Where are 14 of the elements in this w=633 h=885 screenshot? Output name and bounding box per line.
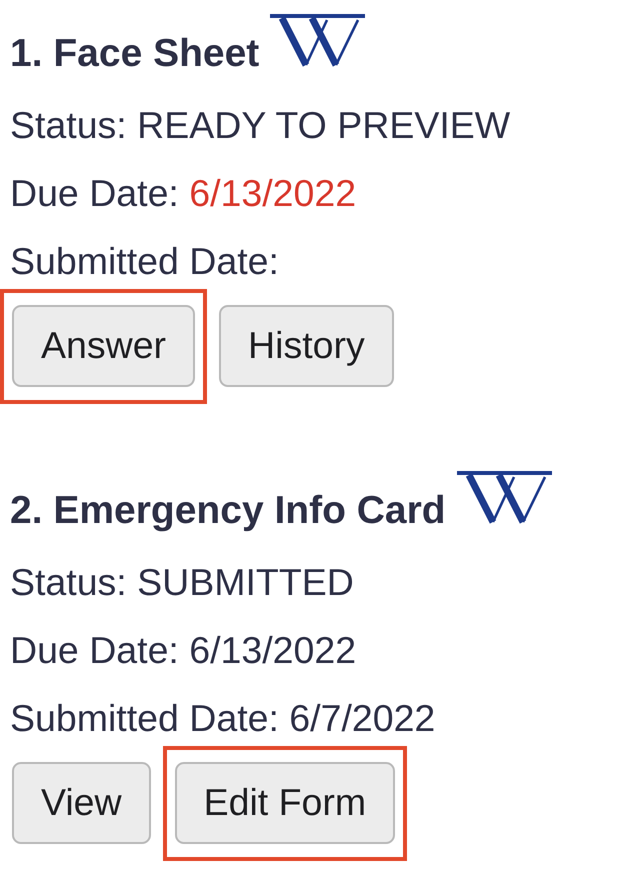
due-date-text: Due Date: 6/13/2022 <box>10 628 358 673</box>
form-title: 2. Emergency Info Card <box>10 491 446 530</box>
action-button[interactable]: History <box>219 305 394 387</box>
submitted-date-text: Submitted Date: <box>10 239 280 284</box>
action-button[interactable]: Answer <box>12 305 196 387</box>
w-logo-icon <box>456 471 552 524</box>
submitted-date-text: Submitted Date: 6/7/2022 <box>10 696 436 741</box>
status-text: Status: READY TO PREVIEW <box>10 103 512 148</box>
status-text: Status: SUBMITTED <box>10 560 355 605</box>
form-title: 1. Face Sheet <box>10 34 260 73</box>
due-date-text: Due Date: 6/13/2022 <box>10 171 358 216</box>
action-button[interactable]: View <box>12 762 151 844</box>
w-logo-icon <box>270 14 366 67</box>
action-button[interactable]: Edit Form <box>174 762 396 844</box>
